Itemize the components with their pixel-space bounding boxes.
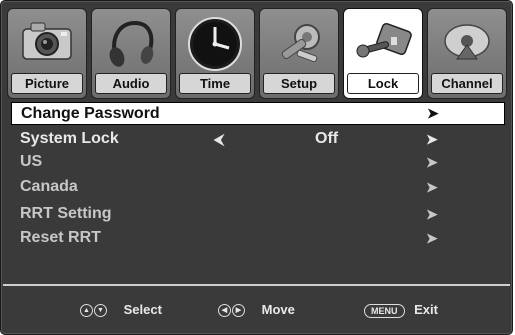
up-down-buttons-icon: ▲ ▼: [80, 302, 108, 318]
key-lock-icon: [351, 15, 415, 71]
exit-hint: MENU Exit: [364, 301, 438, 319]
category-tab-bar: Picture Audio Time Setup Lock Channel: [7, 8, 507, 99]
right-arrow-icon: ➤: [426, 179, 438, 195]
headphones-icon: [99, 15, 163, 71]
tab-label: Channel: [431, 73, 503, 94]
tab-channel[interactable]: Channel: [427, 8, 507, 99]
menu-item-system-lock[interactable]: System Lock ⮜ Off ➤: [11, 128, 503, 150]
menu-item-rrt-setting[interactable]: RRT Setting ➤: [11, 203, 503, 225]
clock-icon: [183, 15, 247, 71]
left-right-buttons-icon: ◀ ▶: [218, 302, 246, 318]
footer-divider: [3, 284, 510, 286]
tab-lock[interactable]: Lock: [343, 8, 423, 99]
lock-menu-list: Change Password ➤ System Lock ⮜ Off ➤ US…: [11, 102, 505, 284]
tab-picture[interactable]: Picture: [7, 8, 87, 99]
camera-icon: [15, 15, 79, 71]
left-arrow-icon[interactable]: ⮜: [214, 128, 224, 150]
exit-hint-label: Exit: [414, 302, 438, 317]
menu-item-label: System Lock: [20, 130, 119, 147]
menu-item-label: US: [20, 153, 43, 170]
right-arrow-icon[interactable]: ➤: [426, 128, 438, 150]
tab-setup[interactable]: Setup: [259, 8, 339, 99]
tab-label: Picture: [11, 73, 83, 94]
right-arrow-icon: ➤: [426, 154, 438, 170]
move-hint: ◀ ▶ Move: [218, 301, 295, 319]
menu-item-label: RRT Setting: [20, 205, 112, 222]
tab-label: Setup: [263, 73, 335, 94]
menu-item-reset-rrt[interactable]: Reset RRT ➤: [11, 227, 503, 249]
menu-item-label: Reset RRT: [20, 229, 101, 246]
system-lock-value: Off: [315, 130, 339, 147]
tab-label: Lock: [347, 73, 419, 94]
tools-icon: [267, 15, 331, 71]
tab-label: Audio: [95, 73, 167, 94]
move-hint-label: Move: [261, 302, 295, 317]
tv-osd-menu: Picture Audio Time Setup Lock Channel Ch…: [0, 0, 513, 335]
footer-help-bar: ▲ ▼ Select ◀ ▶ Move MENU Exit: [1, 289, 512, 333]
menu-key-icon: MENU: [364, 303, 405, 318]
right-arrow-icon: ➤: [427, 105, 439, 121]
tab-label: Time: [179, 73, 251, 94]
menu-item-change-password[interactable]: Change Password ➤: [11, 102, 505, 125]
select-hint: ▲ ▼ Select: [80, 301, 162, 319]
tab-audio[interactable]: Audio: [91, 8, 171, 99]
menu-item-label: Change Password: [21, 105, 160, 122]
select-hint-label: Select: [123, 302, 162, 317]
menu-item-canada[interactable]: Canada ➤: [11, 176, 503, 198]
right-arrow-icon: ➤: [426, 230, 438, 246]
menu-item-label: Canada: [20, 178, 78, 195]
right-arrow-icon: ➤: [426, 206, 438, 222]
satellite-dish-icon: [435, 15, 499, 71]
tab-time[interactable]: Time: [175, 8, 255, 99]
menu-item-us[interactable]: US ➤: [11, 151, 503, 173]
